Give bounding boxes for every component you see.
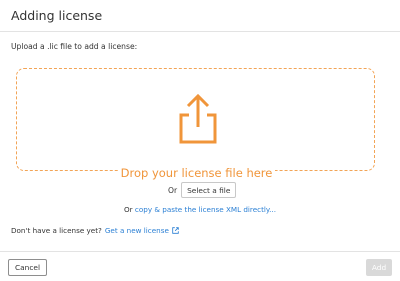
no-license-text: Don't have a license yet? [11,226,102,235]
paste-prefix: Or [124,205,133,214]
dropzone-text-wrap: Drop your license file here [0,166,393,180]
paste-xml-link[interactable]: copy & paste the license XML directly... [135,205,276,214]
no-license-row: Don't have a license yet? Get a new lice… [11,226,179,235]
dialog-footer [0,251,400,281]
dialog-header: Adding license [0,0,400,32]
external-link-icon[interactable] [172,227,179,234]
share-upload-icon [179,93,217,144]
adding-license-dialog: Adding license Upload a .lic file to add… [0,0,400,281]
upload-instruction: Upload a .lic file to add a license: [11,42,138,51]
select-file-button[interactable]: Select a file [181,182,237,198]
dialog-title: Adding license [11,8,103,23]
cancel-button[interactable]: Cancel [8,259,47,276]
get-license-link[interactable]: Get a new license [105,226,169,235]
add-button[interactable]: Add [366,259,392,276]
select-file-row: Or Select a file [168,182,237,198]
dropzone-text: Drop your license file here [117,166,276,180]
or-label: Or [168,185,178,195]
paste-xml-row: Or copy & paste the license XML directly… [0,205,400,214]
